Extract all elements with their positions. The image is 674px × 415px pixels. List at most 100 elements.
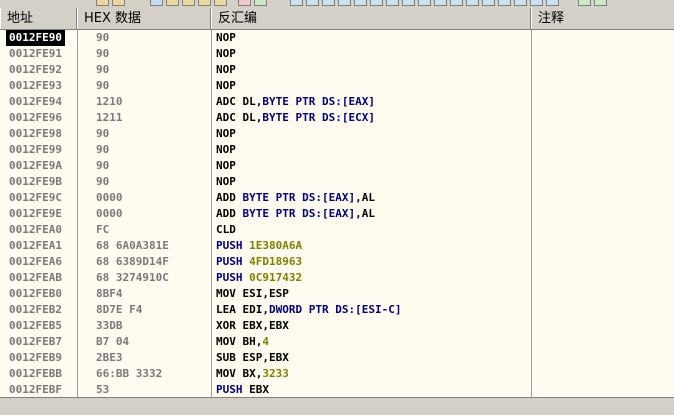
instruction-token: 1E380A6A xyxy=(249,239,303,252)
instruction-token: PUSH xyxy=(216,383,250,396)
table-row[interactable]: 0012FEB5 33DB XOR EBX,EBX xyxy=(0,318,674,334)
column-header-disassembly[interactable]: 反汇编 xyxy=(211,8,531,29)
row-address: 0012FE90 xyxy=(6,30,65,46)
table-row[interactable]: 0012FE91 90 NOP xyxy=(0,46,674,62)
toolbar-button[interactable] xyxy=(514,0,527,6)
instruction-token: ADC xyxy=(216,95,243,108)
instruction-token: DWORD PTR DS:[ESI-C] xyxy=(269,303,402,316)
table-row[interactable]: 0012FEBF 53 PUSH EBX xyxy=(0,382,674,398)
horizontal-scrollbar[interactable] xyxy=(0,397,674,415)
instruction-token: PUSH xyxy=(216,239,250,252)
toolbar-button[interactable] xyxy=(198,0,211,6)
table-row[interactable]: 0012FEBB 66:BB 3332 MOV BX,3233 xyxy=(0,366,674,382)
table-row[interactable]: 0012FEA6 68 6389D14F PUSH 4FD18963 xyxy=(0,254,674,270)
instruction-token: NOP xyxy=(216,63,236,76)
table-row[interactable]: 0012FE9C 0000 ADD BYTE PTR DS:[EAX],AL xyxy=(0,190,674,206)
toolbar-button[interactable] xyxy=(418,0,431,6)
instruction-token: 4 xyxy=(262,335,269,348)
toolbar-button[interactable] xyxy=(482,0,495,6)
row-disassembly: PUSH 0C917432 xyxy=(216,270,302,286)
toolbar-button[interactable] xyxy=(254,0,267,6)
instruction-token: PUSH xyxy=(216,271,250,284)
row-hex-bytes: 90 xyxy=(96,47,110,60)
table-row[interactable]: 0012FE9E 0000 ADD BYTE PTR DS:[EAX],AL xyxy=(0,206,674,222)
instruction-token: NOP xyxy=(216,127,236,140)
table-row[interactable]: 0012FE93 90 NOP xyxy=(0,78,674,94)
row-address: 0012FEBB xyxy=(9,367,62,380)
toolbar-button[interactable] xyxy=(434,0,447,6)
instruction-token: EDI, xyxy=(242,303,270,316)
table-row[interactable]: 0012FEB0 8BF4 MOV ESI,ESP xyxy=(0,286,674,302)
row-disassembly: LEA EDI,DWORD PTR DS:[ESI-C] xyxy=(216,302,401,318)
row-disassembly: NOP xyxy=(216,158,236,174)
table-row[interactable]: 0012FE94 1210 ADC DL,BYTE PTR DS:[EAX] xyxy=(0,94,674,110)
toolbar-button[interactable] xyxy=(578,0,591,6)
table-row[interactable]: 0012FEB9 2BE3 SUB ESP,EBX xyxy=(0,350,674,366)
table-row[interactable]: 0012FEA0 FC CLD xyxy=(0,222,674,238)
row-disassembly: NOP xyxy=(216,46,236,62)
table-row[interactable]: 0012FE98 90 NOP xyxy=(0,126,674,142)
row-address: 0012FEB5 xyxy=(9,319,62,332)
toolbar-button[interactable] xyxy=(370,0,383,6)
row-address: 0012FE9A xyxy=(9,159,62,172)
row-hex-bytes: 53 xyxy=(96,383,110,396)
row-disassembly: SUB ESP,EBX xyxy=(216,350,289,366)
row-hex-bytes: 90 xyxy=(96,143,110,156)
table-row[interactable]: 0012FEA1 68 6A0A381E PUSH 1E380A6A xyxy=(0,238,674,254)
row-disassembly: ADC DL,BYTE PTR DS:[ECX] xyxy=(216,110,375,126)
row-address: 0012FEBF xyxy=(9,383,62,396)
row-hex-bytes: 0000 xyxy=(96,191,123,204)
instruction-token: BYTE PTR DS:[ECX] xyxy=(262,111,375,124)
row-address: 0012FEA1 xyxy=(9,239,62,252)
table-row[interactable]: 0012FEB2 8D7E F4 LEA EDI,DWORD PTR DS:[ESI… xyxy=(0,302,674,318)
table-row[interactable]: 0012FEB7 B7 04 MOV BH,4 xyxy=(0,334,674,350)
row-disassembly: NOP xyxy=(216,62,236,78)
toolbar-button[interactable] xyxy=(322,0,335,6)
toolbar-button[interactable] xyxy=(214,0,227,6)
instruction-token: 4FD18963 xyxy=(249,255,303,268)
toolbar-button[interactable] xyxy=(594,0,607,6)
column-header-comment[interactable]: 注释 xyxy=(531,8,674,29)
row-disassembly: ADC DL,BYTE PTR DS:[EAX] xyxy=(216,94,375,110)
toolbar-button[interactable] xyxy=(498,0,511,6)
toolbar-button[interactable] xyxy=(386,0,399,6)
instruction-token: BYTE PTR DS:[EAX] xyxy=(262,95,375,108)
table-row[interactable]: 0012FE9A 90 NOP xyxy=(0,158,674,174)
row-hex-bytes: 8BF4 xyxy=(96,287,123,300)
toolbar-button[interactable] xyxy=(166,0,179,6)
instruction-token: CLD xyxy=(216,223,236,236)
toolbar-button[interactable] xyxy=(306,0,319,6)
row-hex-bytes: 1210 xyxy=(96,95,123,108)
toolbar-button[interactable] xyxy=(530,0,543,6)
table-row[interactable]: 0012FE92 90 NOP xyxy=(0,62,674,78)
instruction-token: BYTE PTR DS:[EAX] xyxy=(242,207,356,220)
column-header-address[interactable]: 地址 xyxy=(0,8,77,29)
toolbar-button[interactable] xyxy=(290,0,303,6)
table-row[interactable]: 0012FE99 90 NOP xyxy=(0,142,674,158)
instruction-token: ADC xyxy=(216,111,243,124)
toolbar-button[interactable] xyxy=(96,0,109,6)
toolbar-button[interactable] xyxy=(450,0,463,6)
toolbar-button[interactable] xyxy=(150,0,163,6)
row-hex-bytes: 33DB xyxy=(96,319,123,332)
instruction-token: NOP xyxy=(216,175,236,188)
instruction-token: BH, xyxy=(242,335,263,348)
row-hex-bytes: 8D7E F4 xyxy=(96,303,143,316)
table-row[interactable]: 0012FE90 90 NOP xyxy=(0,30,674,46)
table-row[interactable]: 0012FE9B 90 NOP xyxy=(0,174,674,190)
column-header-hex[interactable]: HEX 数据 xyxy=(77,8,211,29)
row-address: 0012FE94 xyxy=(9,95,62,108)
toolbar-button[interactable] xyxy=(546,0,559,6)
row-disassembly: PUSH 1E380A6A xyxy=(216,238,302,254)
table-row[interactable]: 0012FEAB 68 3274910C PUSH 0C917432 xyxy=(0,270,674,286)
instruction-token: NOP xyxy=(216,31,236,44)
row-disassembly: PUSH EBX xyxy=(216,382,269,398)
toolbar-button[interactable] xyxy=(402,0,415,6)
toolbar-button[interactable] xyxy=(338,0,351,6)
toolbar-button[interactable] xyxy=(182,0,195,6)
toolbar-button[interactable] xyxy=(354,0,367,6)
table-row[interactable]: 0012FE96 1211 ADC DL,BYTE PTR DS:[ECX] xyxy=(0,110,674,126)
toolbar-button[interactable] xyxy=(238,0,251,6)
toolbar-button[interactable] xyxy=(466,0,479,6)
toolbar-button[interactable] xyxy=(112,0,125,6)
